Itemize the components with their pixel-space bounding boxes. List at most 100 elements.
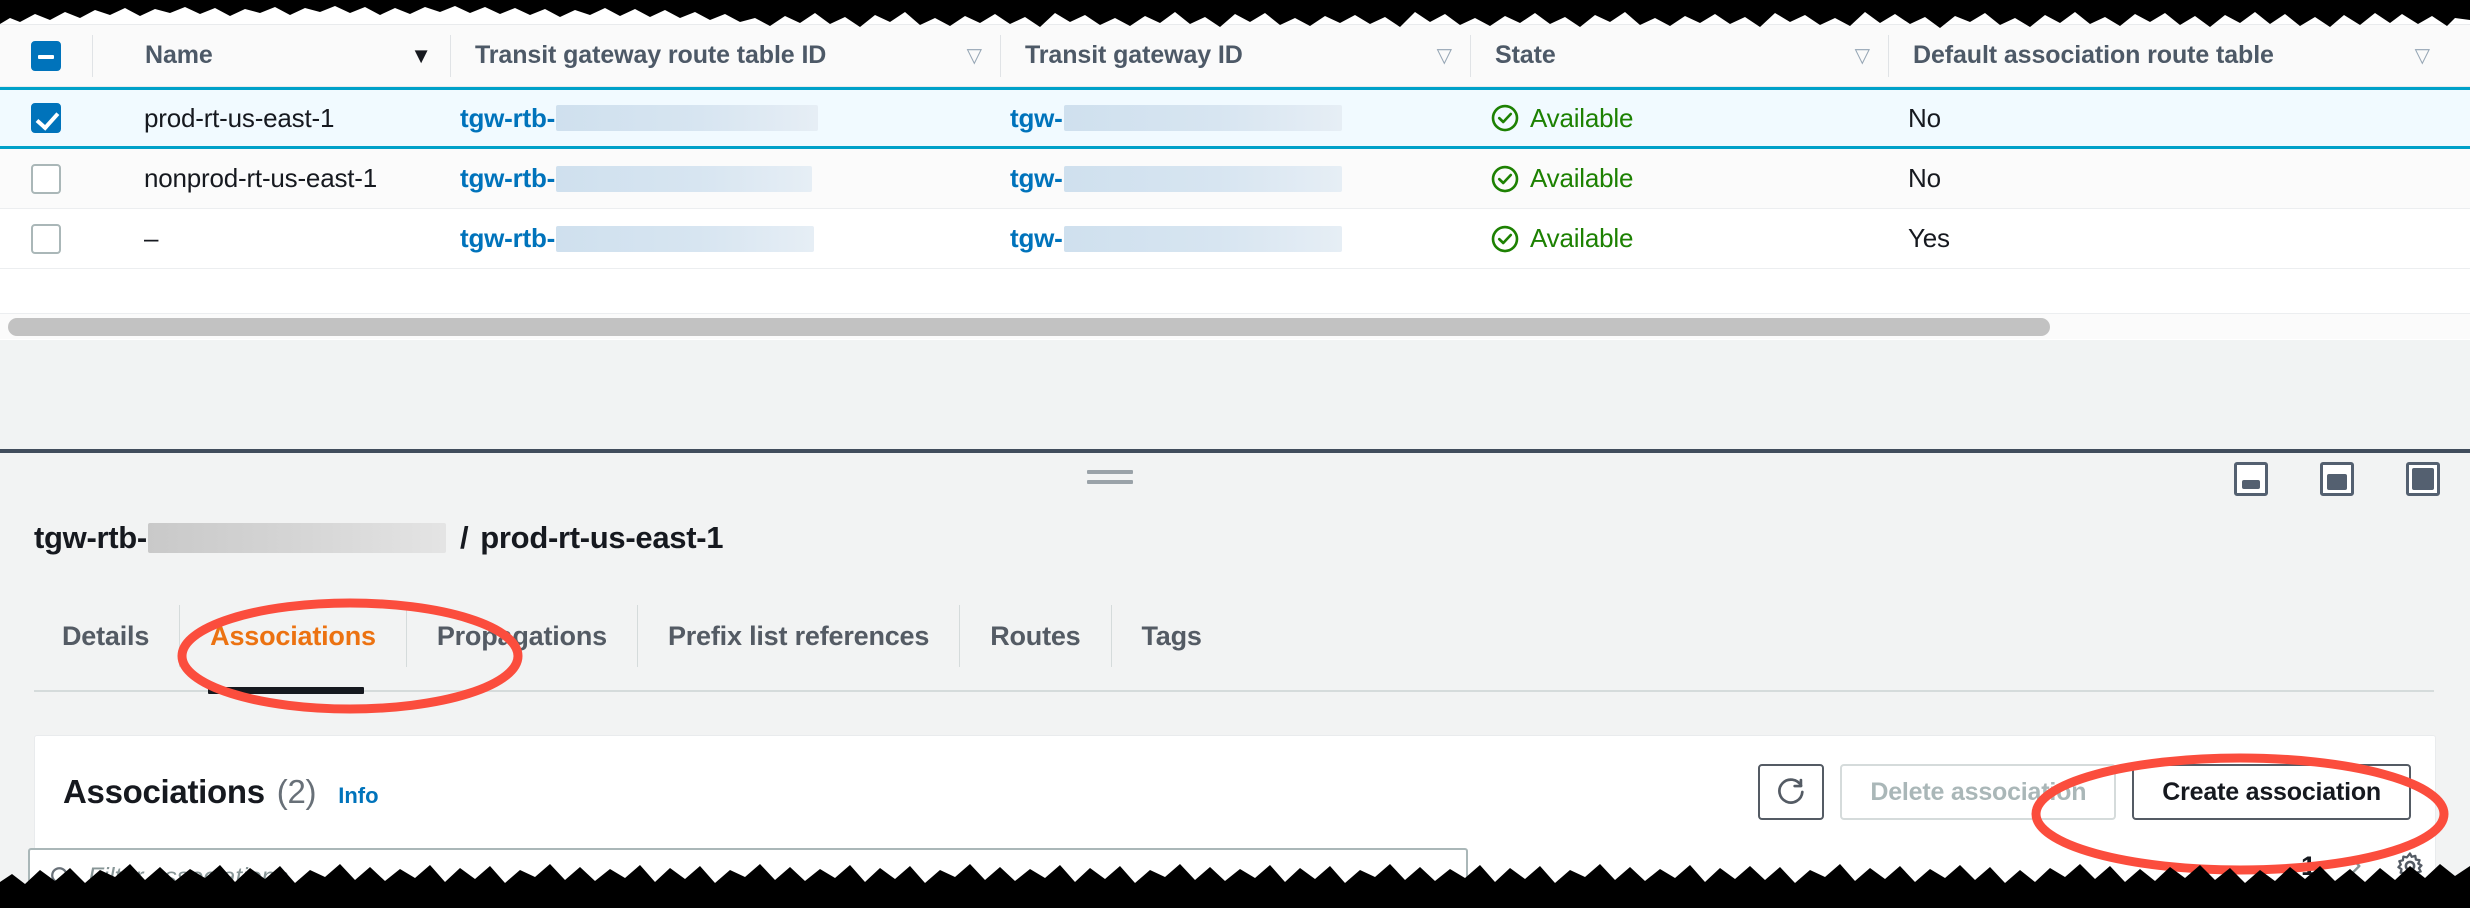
status-badge: Available	[1490, 163, 1888, 194]
table-header-row: Name ▼ Transit gateway route table ID ▽ …	[0, 25, 2470, 87]
filter-associations-input[interactable]: Filter associations	[28, 848, 1468, 906]
info-link[interactable]: Info	[338, 783, 378, 809]
column-header-transit-gateway-id[interactable]: Transit gateway ID ▽	[1000, 34, 1470, 77]
tab-prefix-list-references[interactable]: Prefix list references	[636, 605, 959, 667]
check-circle-icon	[1491, 104, 1519, 132]
associations-title: Associations	[63, 773, 265, 810]
cell-transit-gateway-id-link[interactable]: tgw-	[1010, 223, 1342, 254]
horizontal-scrollbar[interactable]	[0, 313, 2470, 339]
redaction-bar	[556, 165, 813, 192]
column-header-default-association-label: Default association route table	[1913, 41, 2274, 69]
cell-name: –	[144, 223, 159, 253]
status-badge: Available	[1490, 103, 1888, 134]
redaction-bar	[1063, 105, 1342, 131]
tab-tags[interactable]: Tags	[1110, 605, 1232, 667]
column-header-state[interactable]: State ▽	[1470, 34, 1888, 77]
panel-size-large-icon[interactable]	[2406, 462, 2440, 496]
sort-caret-name-icon[interactable]: ▼	[410, 44, 432, 67]
refresh-button[interactable]	[1758, 764, 1825, 820]
search-icon	[51, 867, 72, 888]
chevron-right-icon[interactable]	[2342, 851, 2368, 881]
console-page: Name ▼ Transit gateway route table ID ▽ …	[0, 0, 2470, 908]
associations-actions: Delete association Create association	[1758, 764, 2411, 820]
redaction-bar	[147, 523, 446, 553]
split-panel-drag-handle[interactable]	[1087, 470, 1133, 486]
cell-route-table-id-link[interactable]: tgw-rtb-	[460, 223, 815, 254]
column-header-default-association[interactable]: Default association route table ▽	[1888, 34, 2448, 77]
cell-transit-gateway-id-prefix: tgw-	[1010, 223, 1063, 253]
column-header-route-table-id-label: Transit gateway route table ID	[475, 41, 827, 69]
split-panel-tabs: Details Associations Propagations Prefix…	[34, 605, 2434, 667]
sort-caret-default-association-icon[interactable]: ▽	[2415, 46, 2430, 66]
tab-details[interactable]: Details	[34, 605, 179, 667]
select-all-cell	[0, 40, 92, 71]
table-row[interactable]: – tgw-rtb- tgw- Available Yes	[0, 209, 2470, 269]
screenshot-root: Name ▼ Transit gateway route table ID ▽ …	[0, 0, 2470, 908]
status-badge: Available	[1490, 223, 1888, 254]
row-checkbox[interactable]	[31, 103, 61, 133]
table-row[interactable]: prod-rt-us-east-1 tgw-rtb- tgw- Availabl…	[0, 87, 2470, 149]
tab-associations[interactable]: Associations	[179, 605, 406, 667]
cell-route-table-id-prefix: tgw-rtb-	[460, 102, 556, 133]
row-select-cell	[0, 163, 92, 194]
select-all-checkbox[interactable]	[31, 40, 61, 71]
split-panel-title-name: prod-rt-us-east-1	[480, 520, 724, 555]
cell-default-association: No	[1908, 102, 1941, 133]
cell-route-table-id-prefix: tgw-rtb-	[460, 163, 556, 193]
refresh-icon	[1778, 778, 1805, 804]
create-association-button[interactable]: Create association	[2132, 764, 2411, 820]
delete-association-button[interactable]: Delete association	[1840, 764, 2117, 820]
associations-card-header: Associations (2) Info Delete association…	[35, 736, 2435, 820]
cell-name: prod-rt-us-east-1	[144, 102, 335, 133]
cell-transit-gateway-id-link[interactable]: tgw-	[1010, 163, 1342, 194]
cell-state: Available	[1530, 223, 1634, 253]
split-panel-title: tgw-rtb- / prod-rt-us-east-1	[34, 520, 724, 556]
table-empty-space	[0, 339, 2470, 449]
row-checkbox[interactable]	[31, 223, 61, 254]
sort-caret-state-icon[interactable]: ▽	[1855, 46, 1870, 66]
cell-name: nonprod-rt-us-east-1	[144, 163, 377, 193]
cell-route-table-id-prefix: tgw-rtb-	[460, 223, 556, 253]
redaction-bar	[1063, 165, 1342, 192]
column-header-transit-gateway-id-label: Transit gateway ID	[1025, 41, 1243, 69]
panel-size-medium-icon[interactable]	[2320, 462, 2354, 496]
sort-caret-route-table-id-icon[interactable]: ▽	[967, 46, 982, 66]
panel-size-controls	[2234, 462, 2440, 496]
tab-propagations[interactable]: Propagations	[405, 605, 637, 667]
cell-default-association: No	[1908, 163, 1941, 193]
split-panel-title-separator: /	[459, 520, 469, 555]
page-number[interactable]: 1	[2301, 851, 2316, 882]
associations-heading: Associations (2) Info	[63, 773, 379, 811]
table-row[interactable]: nonprod-rt-us-east-1 tgw-rtb- tgw- Avail…	[0, 149, 2470, 209]
cell-state: Available	[1530, 163, 1634, 193]
cell-transit-gateway-id-prefix: tgw-	[1010, 163, 1063, 193]
check-circle-icon	[1491, 225, 1519, 252]
transit-gateway-route-tables-table: Name ▼ Transit gateway route table ID ▽ …	[0, 24, 2470, 269]
cell-state: Available	[1530, 102, 1634, 133]
pagination-controls: 1	[2301, 850, 2426, 882]
redaction-bar	[556, 105, 819, 131]
cell-default-association: Yes	[1908, 223, 1950, 253]
split-panel-title-prefix: tgw-rtb-	[34, 520, 147, 555]
column-header-name-label: Name	[145, 41, 213, 69]
tab-routes[interactable]: Routes	[959, 605, 1110, 667]
column-header-route-table-id[interactable]: Transit gateway route table ID ▽	[450, 34, 1000, 77]
row-checkbox[interactable]	[31, 163, 61, 194]
active-tab-indicator	[208, 687, 364, 694]
tabs-divider	[34, 690, 2434, 692]
redaction-bar	[556, 225, 815, 252]
check-circle-icon	[1491, 165, 1519, 192]
cell-transit-gateway-id-prefix: tgw-	[1010, 102, 1063, 133]
cell-route-table-id-link[interactable]: tgw-rtb-	[460, 163, 813, 194]
cell-route-table-id-link[interactable]: tgw-rtb-	[460, 102, 819, 134]
cell-transit-gateway-id-link[interactable]: tgw-	[1010, 103, 1342, 134]
sort-caret-transit-gateway-id-icon[interactable]: ▽	[1437, 46, 1452, 66]
drag-handle-line	[1087, 480, 1133, 484]
column-header-name[interactable]: Name ▼	[92, 34, 450, 77]
gear-icon[interactable]	[2394, 850, 2426, 882]
drag-handle-line	[1087, 470, 1133, 474]
horizontal-scrollbar-thumb[interactable]	[8, 318, 2050, 336]
row-select-cell	[0, 103, 92, 133]
associations-count: (2)	[276, 773, 317, 810]
panel-size-small-icon[interactable]	[2234, 462, 2268, 496]
